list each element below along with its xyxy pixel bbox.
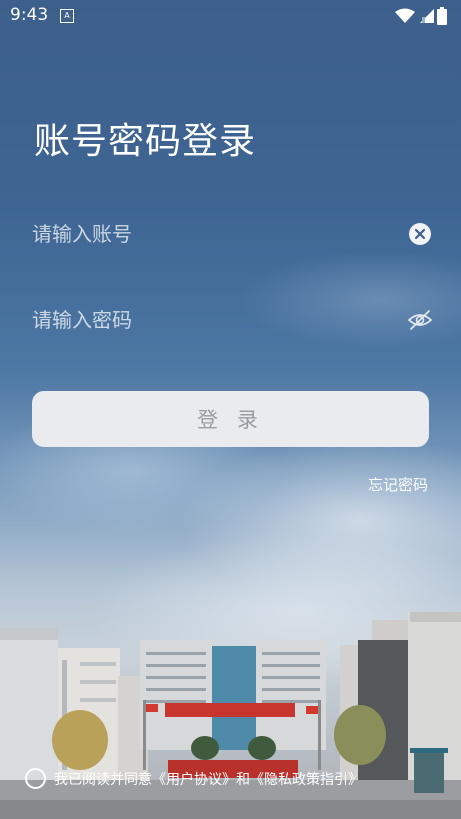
system-icons: [395, 7, 447, 25]
status-time: 9:43: [10, 5, 49, 25]
user-agreement-link[interactable]: 《用户协议》: [152, 769, 236, 789]
password-input[interactable]: [32, 296, 392, 344]
password-field: [32, 296, 432, 344]
agreement-text: 我已阅读并同意: [54, 771, 152, 788]
page-title: 账号密码登录: [34, 121, 257, 162]
account-field: [32, 210, 432, 258]
privacy-policy-link[interactable]: 《隐私政策指引》: [250, 769, 362, 789]
clear-icon[interactable]: [408, 222, 432, 246]
wifi-icon: [395, 8, 415, 23]
agreement-row: 我已阅读并同意 《用户协议》 和 《隐私政策指引》: [25, 768, 362, 789]
forgot-password-link[interactable]: 忘记密码: [368, 474, 428, 495]
account-input[interactable]: [32, 210, 392, 258]
eye-hidden-icon[interactable]: [408, 308, 432, 332]
signal-icon: [420, 9, 434, 23]
agree-checkbox[interactable]: [25, 768, 46, 789]
notification-icon: A: [60, 9, 74, 23]
agreement-conjunction: 和: [236, 771, 250, 788]
status-bar: 9:43 A: [0, 0, 461, 32]
login-button[interactable]: 登 录: [32, 391, 429, 447]
battery-icon: [437, 7, 447, 25]
